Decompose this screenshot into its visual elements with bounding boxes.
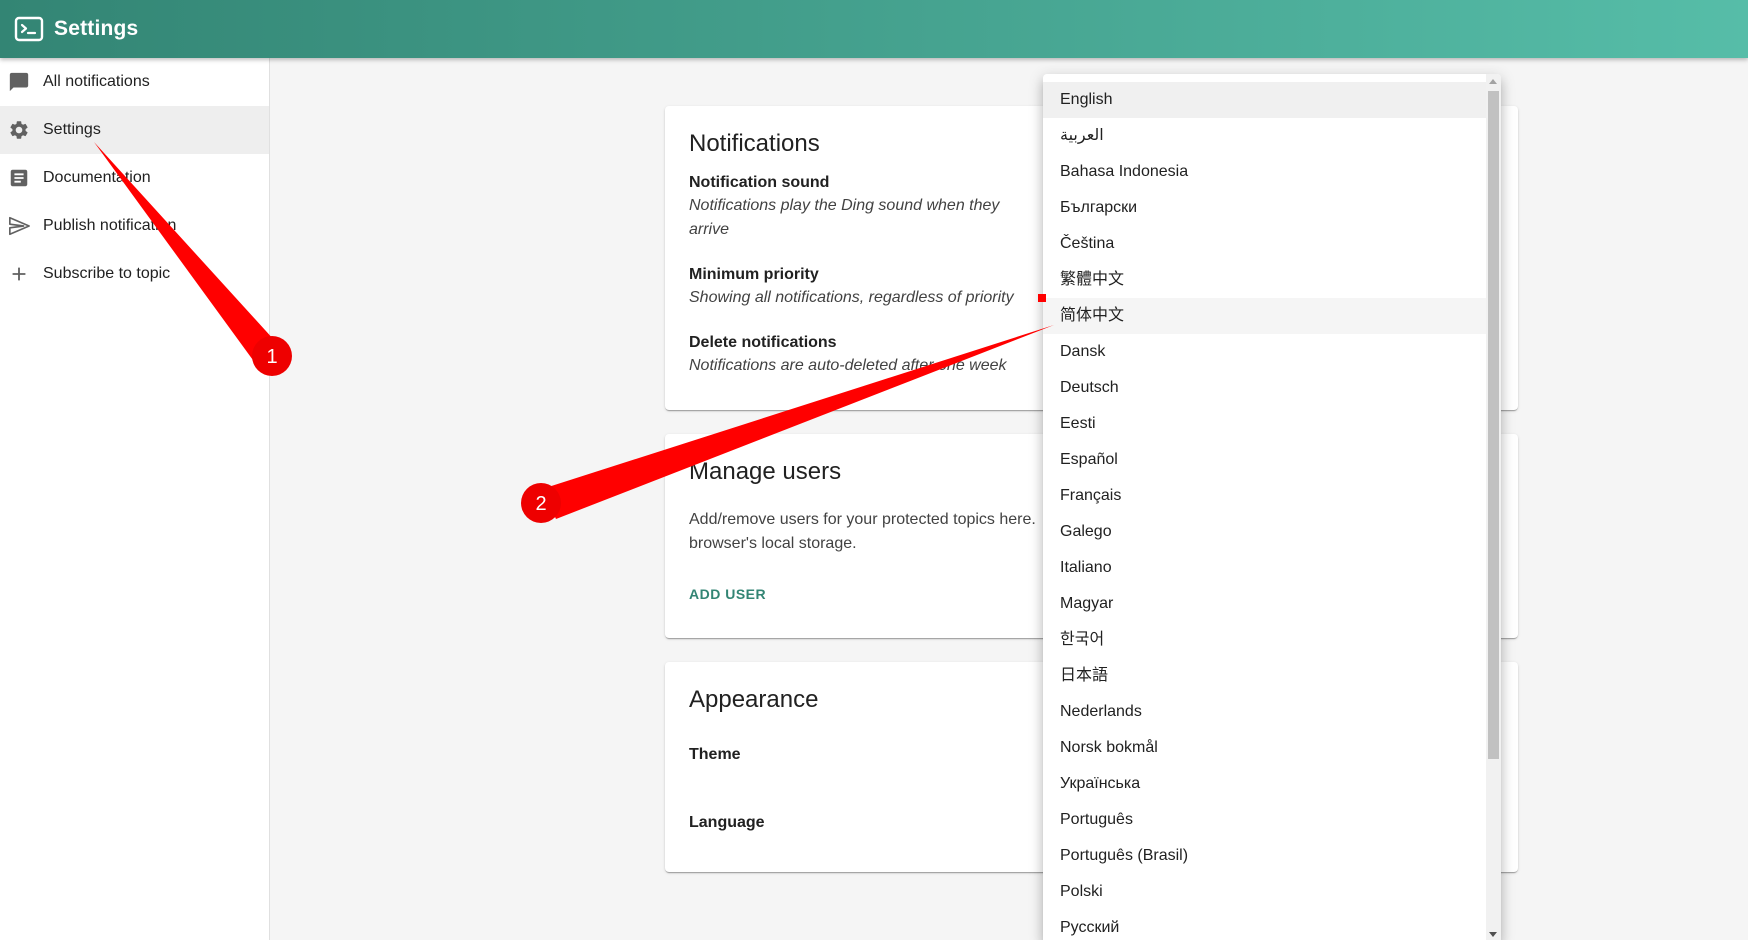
app-bar: Settings	[0, 0, 1748, 58]
terminal-logo-icon	[14, 16, 44, 42]
language-option[interactable]: العربية	[1043, 118, 1486, 154]
language-option[interactable]: Українська	[1043, 766, 1486, 802]
annotation-marker-2	[521, 483, 561, 523]
language-option[interactable]: Deutsch	[1043, 370, 1486, 406]
sidebar: All notifications Settings Documentation…	[0, 58, 270, 940]
sidebar-item-publish-notification[interactable]: Publish notification	[0, 202, 269, 250]
sidebar-item-label: Settings	[43, 121, 101, 138]
scroll-thumb[interactable]	[1488, 91, 1499, 759]
language-option[interactable]: 日本語	[1043, 658, 1486, 694]
sidebar-item-documentation[interactable]: Documentation	[0, 154, 269, 202]
language-option[interactable]: Čeština	[1043, 226, 1486, 262]
send-icon	[8, 215, 30, 237]
setting-description: Showing all notifications, regardless of…	[689, 289, 1014, 306]
language-option[interactable]: 简体中文	[1043, 298, 1486, 334]
chat-bubble-icon	[8, 71, 30, 93]
language-option[interactable]: Galego	[1043, 514, 1486, 550]
language-dropdown-menu[interactable]: English العربية Bahasa Indonesia Българс…	[1043, 74, 1501, 940]
language-option[interactable]: 한국어	[1043, 622, 1486, 658]
setting-description: Notifications play the Ding sound when t…	[689, 197, 1000, 238]
plus-icon	[8, 263, 30, 285]
sidebar-item-all-notifications[interactable]: All notifications	[0, 58, 269, 106]
language-option[interactable]: Polski	[1043, 874, 1486, 910]
language-option[interactable]: Русский	[1043, 910, 1486, 940]
language-option[interactable]: Français	[1043, 478, 1486, 514]
gear-icon	[8, 119, 30, 141]
language-option[interactable]: Nederlands	[1043, 694, 1486, 730]
sidebar-item-label: Documentation	[43, 169, 151, 186]
language-option[interactable]: Español	[1043, 442, 1486, 478]
app-title: Settings	[54, 17, 139, 40]
language-option[interactable]: Magyar	[1043, 586, 1486, 622]
sidebar-item-label: All notifications	[43, 73, 150, 90]
scroll-up-arrow-icon[interactable]	[1489, 79, 1497, 84]
sidebar-item-settings[interactable]: Settings	[0, 106, 269, 154]
manage-users-description: Add/remove users for your protected topi…	[689, 511, 1036, 552]
language-option[interactable]: Dansk	[1043, 334, 1486, 370]
sidebar-item-subscribe-to-topic[interactable]: Subscribe to topic	[0, 250, 269, 298]
setting-description: Notifications are auto-deleted after one…	[689, 357, 1007, 374]
sidebar-item-label: Publish notification	[43, 217, 177, 234]
language-option[interactable]: Italiano	[1043, 550, 1486, 586]
language-option[interactable]: Português	[1043, 802, 1486, 838]
document-icon	[8, 167, 30, 189]
language-option[interactable]: Български	[1043, 190, 1486, 226]
language-option[interactable]: 繁體中文	[1043, 262, 1486, 298]
language-option[interactable]: Bahasa Indonesia	[1043, 154, 1486, 190]
annotation-number-2: 2	[535, 493, 546, 515]
language-options-list: English العربية Bahasa Indonesia Българс…	[1043, 74, 1501, 940]
menu-scrollbar[interactable]	[1486, 74, 1501, 940]
language-option[interactable]: Norsk bokmål	[1043, 730, 1486, 766]
language-option[interactable]: English	[1043, 82, 1486, 118]
sidebar-item-label: Subscribe to topic	[43, 265, 171, 282]
language-option[interactable]: Eesti	[1043, 406, 1486, 442]
language-option[interactable]: Português (Brasil)	[1043, 838, 1486, 874]
scroll-down-arrow-icon[interactable]	[1489, 932, 1497, 937]
